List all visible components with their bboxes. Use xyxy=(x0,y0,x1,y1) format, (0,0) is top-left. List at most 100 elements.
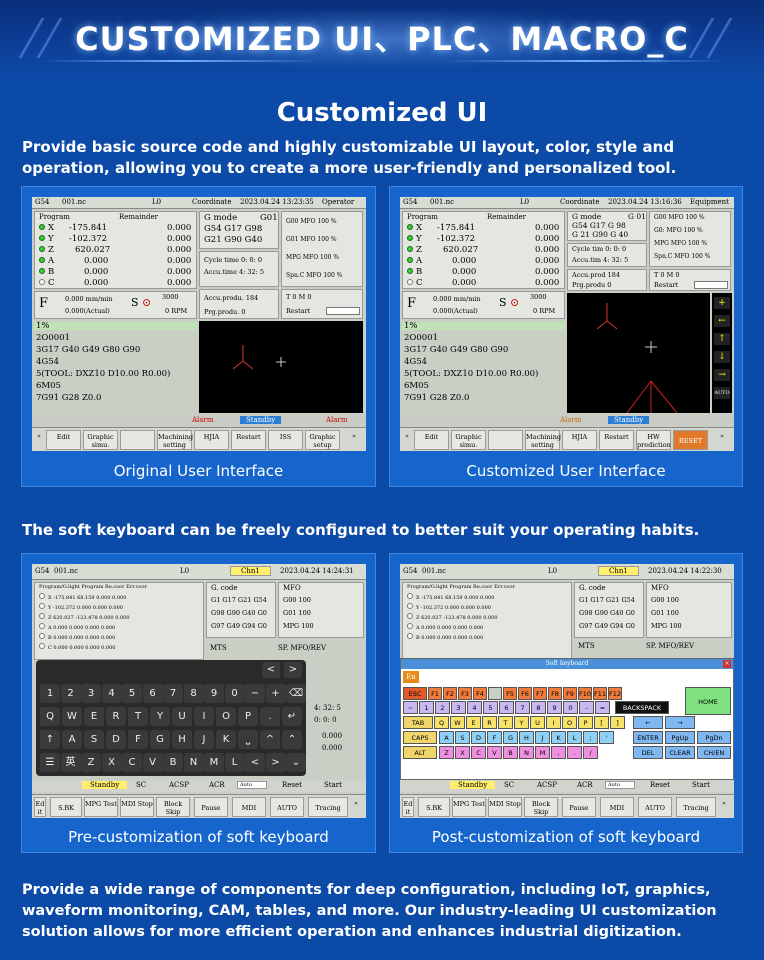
function-key[interactable]: F6 xyxy=(518,687,532,700)
block-skip-button[interactable]: Block Skip xyxy=(524,797,558,817)
keyboard-key[interactable]: I xyxy=(194,707,214,726)
function-key[interactable]: F10 xyxy=(578,687,592,700)
keyboard-key[interactable]: B xyxy=(163,753,183,772)
keyboard-key[interactable]: N xyxy=(183,753,204,772)
hjia-button[interactable]: HJIA xyxy=(194,430,229,450)
hjia-button[interactable]: HJIA xyxy=(562,430,597,450)
keyboard-key[interactable]: 1 xyxy=(40,684,60,703)
function-key[interactable]: F11 xyxy=(593,687,607,700)
letter-key[interactable]: L xyxy=(567,731,582,744)
letter-key[interactable]: X xyxy=(455,746,470,759)
function-key[interactable]: F1 xyxy=(428,687,442,700)
letter-key[interactable]: D xyxy=(471,731,486,744)
keyboard-key[interactable]: ⎵ xyxy=(238,730,258,749)
keyboard-key[interactable]: ⌫ xyxy=(286,684,306,703)
letter-key[interactable]: K xyxy=(551,731,566,744)
iss-button[interactable]: ISS xyxy=(268,430,303,450)
letter-key[interactable]: A xyxy=(439,731,454,744)
hw-prediction-button[interactable]: HW prediction xyxy=(636,430,671,450)
prev-page-button[interactable]: « xyxy=(402,430,412,450)
keyboard-key[interactable]: M xyxy=(204,753,224,772)
letter-key[interactable]: J xyxy=(535,731,550,744)
keyboard-key[interactable]: 5 xyxy=(122,684,142,703)
keyboard-key[interactable]: D xyxy=(106,730,126,749)
keyboard-key[interactable]: S xyxy=(84,730,104,749)
letter-key[interactable]: [ xyxy=(594,716,609,729)
page-up-key[interactable]: PgUp xyxy=(665,731,695,744)
keyboard-key[interactable]: . xyxy=(260,707,280,726)
mpg-test-button[interactable]: MPG Test xyxy=(452,797,486,817)
home-key[interactable]: HOME xyxy=(685,687,731,715)
delete-key[interactable]: DEL xyxy=(633,746,663,759)
blank-button[interactable] xyxy=(488,430,523,450)
keyboard-key[interactable]: V xyxy=(142,753,163,772)
letter-key[interactable]: S xyxy=(455,731,470,744)
close-icon[interactable]: × xyxy=(723,660,731,668)
keyboard-key[interactable]: O xyxy=(216,707,236,726)
keyboard-key[interactable]: − xyxy=(245,684,265,703)
number-key[interactable]: 3 xyxy=(451,701,466,714)
keyboard-left-arrow[interactable]: < xyxy=(262,662,280,678)
keyboard-key[interactable]: < xyxy=(245,753,265,772)
keyboard-right-arrow[interactable]: > xyxy=(284,662,302,678)
sbk-button[interactable]: S.BK xyxy=(50,797,82,817)
number-key[interactable]: 4 xyxy=(467,701,482,714)
letter-key[interactable]: R xyxy=(482,716,497,729)
mdi-button[interactable]: MDI xyxy=(600,797,634,817)
letter-key[interactable]: / xyxy=(583,746,598,759)
number-key[interactable]: 8 xyxy=(531,701,546,714)
letter-key[interactable]: ' xyxy=(599,731,614,744)
mdi-stop-button[interactable]: MDI Stop xyxy=(488,797,522,817)
letter-key[interactable]: V xyxy=(487,746,502,759)
letter-key[interactable]: Q xyxy=(434,716,449,729)
number-key[interactable]: 7 xyxy=(515,701,530,714)
mpg-test-button[interactable]: MPG Test xyxy=(84,797,118,817)
restart-button[interactable]: Restart xyxy=(231,430,266,450)
keyboard-key[interactable]: 6 xyxy=(142,684,163,703)
keyboard-key[interactable]: J xyxy=(194,730,214,749)
tracing-button[interactable]: Tracing xyxy=(308,797,348,817)
auto-button[interactable]: AUTO xyxy=(638,797,672,817)
machining-setting-button[interactable]: Machining setting xyxy=(525,430,561,450)
alt-key[interactable]: ALT xyxy=(403,746,437,759)
keyboard-key[interactable]: F xyxy=(128,730,148,749)
number-key[interactable]: 2 xyxy=(435,701,450,714)
plus-button[interactable]: + xyxy=(714,297,730,309)
function-key[interactable]: ESC xyxy=(403,687,427,700)
edit-button[interactable]: Ed it xyxy=(402,797,414,817)
keyboard-key[interactable]: X xyxy=(101,753,122,772)
keyboard-key[interactable]: C xyxy=(122,753,142,772)
mdi-stop-button[interactable]: MDI Stop xyxy=(120,797,154,817)
letter-key[interactable]: O xyxy=(562,716,577,729)
letter-key[interactable]: ] xyxy=(610,716,625,729)
keyboard-key[interactable]: 3 xyxy=(81,684,101,703)
keyboard-key[interactable]: E xyxy=(84,707,104,726)
letter-key[interactable]: I xyxy=(546,716,561,729)
keyboard-key[interactable]: 0 xyxy=(224,684,245,703)
letter-key[interactable]: E xyxy=(466,716,481,729)
keyboard-key[interactable]: ^ xyxy=(260,730,280,749)
letter-key[interactable]: . xyxy=(567,746,582,759)
edit-button[interactable]: Ed it xyxy=(34,797,46,817)
number-key[interactable]: - xyxy=(579,701,594,714)
letter-key[interactable]: ; xyxy=(583,731,598,744)
keyboard-key[interactable]: 4 xyxy=(101,684,122,703)
function-key[interactable]: F2 xyxy=(443,687,457,700)
prev-page-button[interactable]: « xyxy=(34,430,44,450)
letter-key[interactable]: W xyxy=(450,716,465,729)
keyboard-key[interactable]: K xyxy=(216,730,236,749)
keyboard-key[interactable]: ↑ xyxy=(40,730,60,749)
mdi-button[interactable]: MDI xyxy=(232,797,266,817)
keyboard-key[interactable]: + xyxy=(265,684,286,703)
clear-key[interactable]: CLEAR xyxy=(665,746,695,759)
keyboard-key[interactable]: Z xyxy=(81,753,101,772)
jog-left-button[interactable]: ← xyxy=(714,315,730,327)
backspace-key[interactable]: BACKSPACK xyxy=(615,701,669,714)
letter-key[interactable]: , xyxy=(551,746,566,759)
next-page-button[interactable]: » xyxy=(350,797,362,817)
keyboard-key[interactable]: A xyxy=(62,730,82,749)
keyboard-key[interactable]: Y xyxy=(150,707,170,726)
letter-key[interactable]: T xyxy=(498,716,513,729)
letter-key[interactable]: M xyxy=(535,746,550,759)
graphic-simu-button[interactable]: Graphic simu. xyxy=(83,430,118,450)
